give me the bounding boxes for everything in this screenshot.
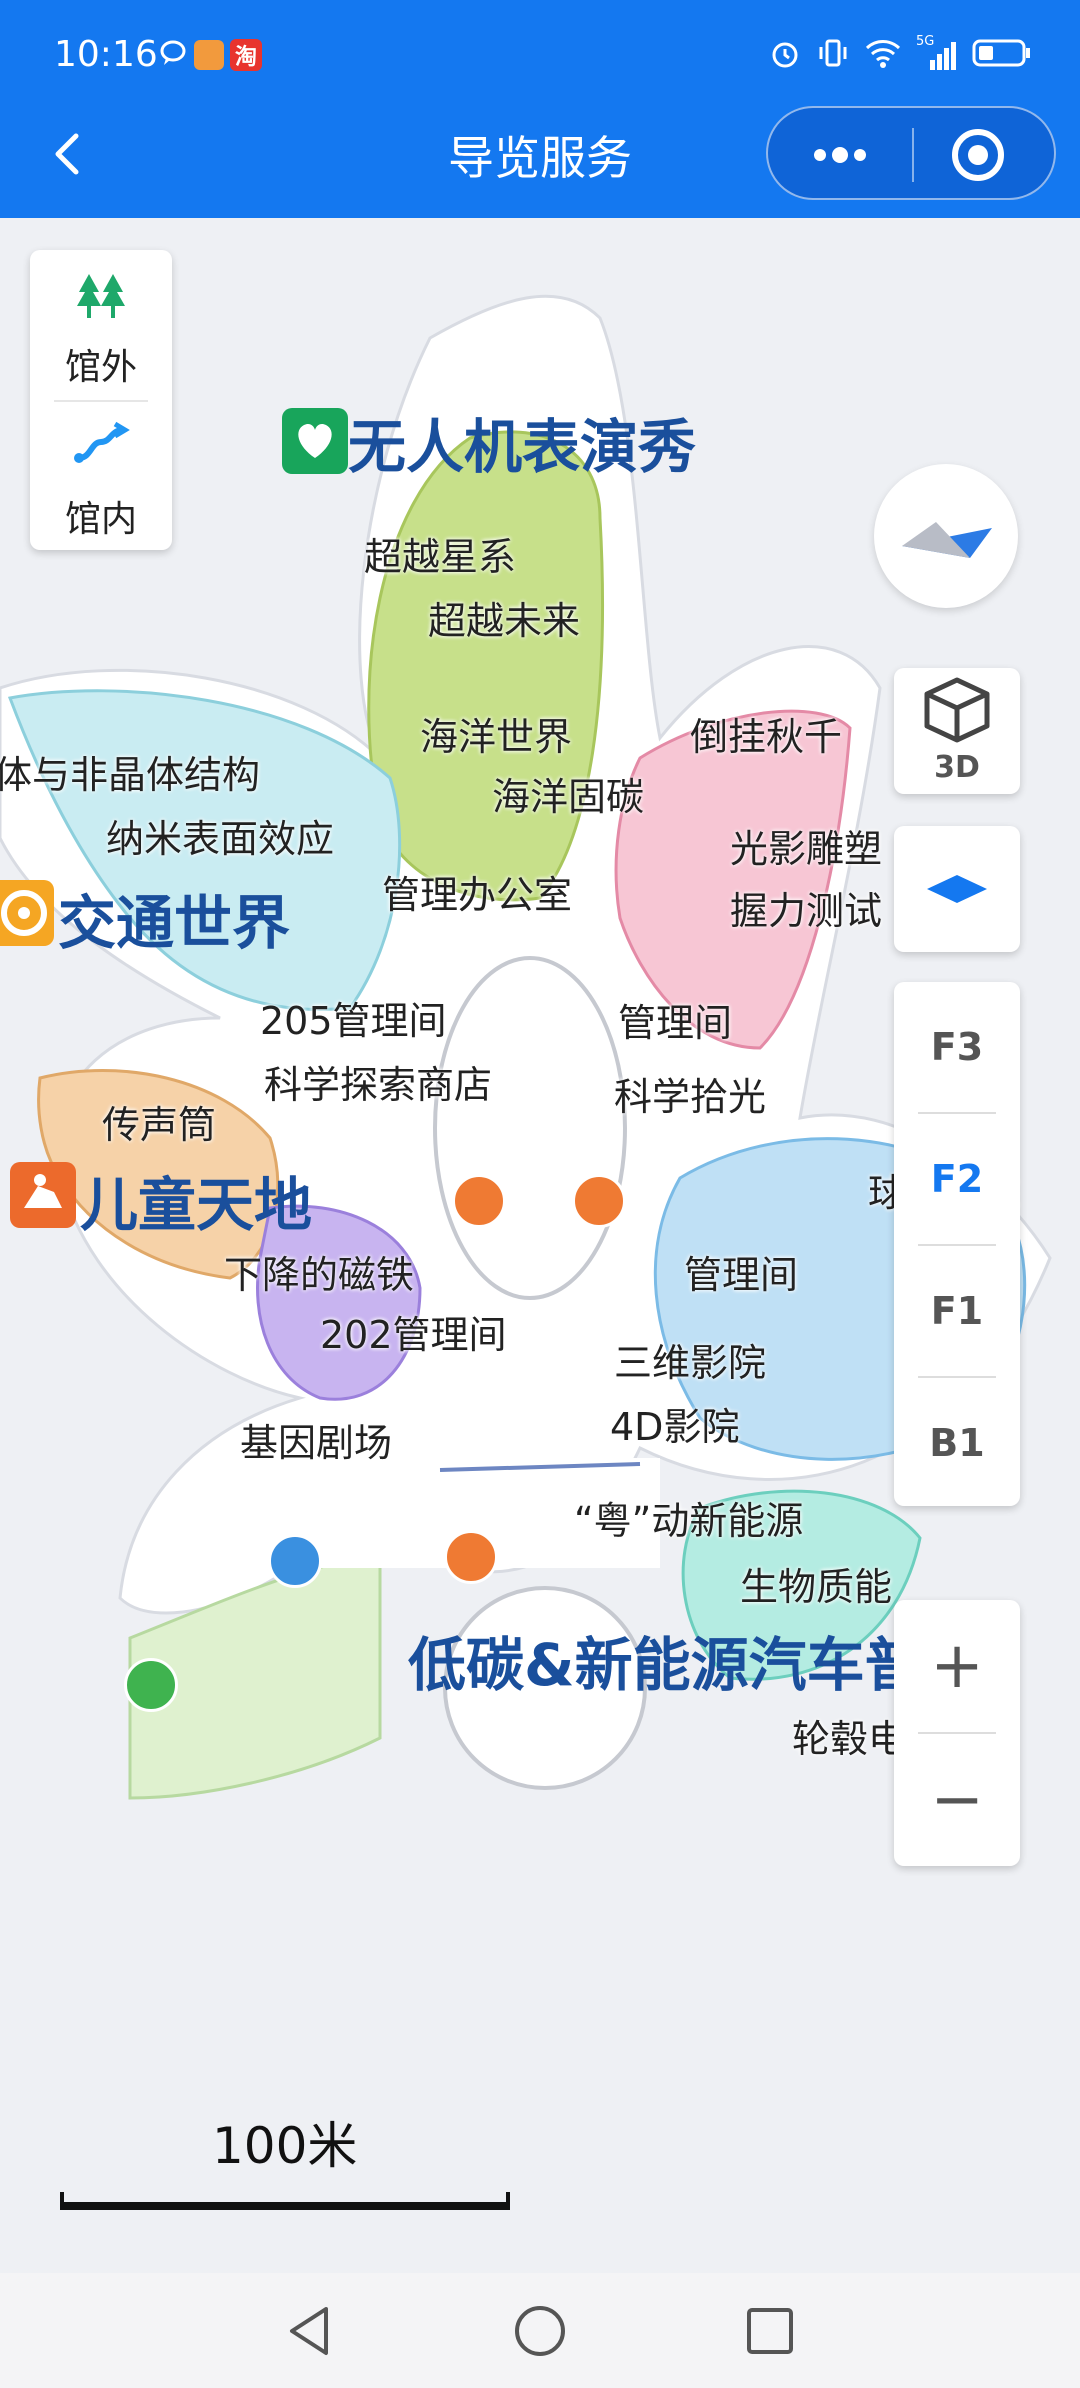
- scale-bar: [60, 2192, 510, 2210]
- status-time: 10:16: [54, 34, 158, 75]
- floor-selector: F3 F2 F1 B1: [894, 982, 1020, 1506]
- map-label[interactable]: 握力测试: [730, 880, 882, 935]
- kids-zone-icon[interactable]: [10, 1162, 76, 1228]
- map-label[interactable]: 海洋固碳: [492, 766, 644, 821]
- map-label[interactable]: 超越星系: [364, 526, 516, 581]
- map-label[interactable]: 科学拾光: [614, 1066, 766, 1121]
- battery-icon: [972, 37, 1032, 73]
- heart-zone-icon[interactable]: [282, 408, 348, 474]
- wheel-zone-icon[interactable]: [0, 880, 54, 946]
- scale-tick-right: [506, 2192, 510, 2210]
- map-label[interactable]: “粤”动新能源: [574, 1490, 803, 1545]
- floor-f3-button[interactable]: F3: [894, 982, 1020, 1112]
- plan-view-button[interactable]: [894, 826, 1020, 952]
- zoom-out-button[interactable]: −: [894, 1734, 1020, 1866]
- floor-f1-button[interactable]: F1: [894, 1246, 1020, 1376]
- outside-label: 馆外: [64, 347, 137, 388]
- map-label[interactable]: 202管理间: [320, 1304, 507, 1359]
- compass-button[interactable]: [874, 464, 1018, 608]
- nav-back-button[interactable]: [282, 2303, 338, 2359]
- map-label[interactable]: 超越未来: [428, 590, 580, 645]
- notification-icons: 淘: [158, 38, 262, 72]
- trees-icon: [77, 274, 125, 318]
- map-label[interactable]: 纳米表面效应: [106, 808, 334, 863]
- walking-exit-icon[interactable]: [124, 1658, 178, 1712]
- outside-map-button[interactable]: 馆外: [30, 250, 172, 400]
- restroom-icon[interactable]: [268, 1534, 322, 1588]
- cube-icon: [924, 677, 990, 743]
- map-label[interactable]: 海洋世界: [420, 706, 572, 761]
- escalator-icon[interactable]: [572, 1174, 626, 1228]
- zone-title-kids[interactable]: 儿童天地: [80, 1158, 312, 1242]
- escalator-icon[interactable]: [452, 1174, 506, 1228]
- inside-map-button[interactable]: 馆内: [30, 402, 172, 550]
- map-label[interactable]: 传声筒: [102, 1094, 216, 1149]
- map-label[interactable]: 科学探索商店: [264, 1054, 492, 1109]
- map-label[interactable]: 倒挂秋千: [690, 706, 842, 761]
- 3d-view-button[interactable]: 3D: [894, 668, 1020, 794]
- map-label[interactable]: 管理间: [618, 992, 732, 1047]
- miniprogram-capsule: [766, 106, 1056, 200]
- map-label[interactable]: 基因剧场: [240, 1412, 392, 1467]
- scale-tick-left: [60, 2192, 64, 2210]
- app-icon: [194, 40, 224, 70]
- inside-label: 馆内: [64, 499, 137, 540]
- escalator-icon[interactable]: [444, 1530, 498, 1584]
- 3d-label: 3D: [934, 750, 980, 785]
- nav-recents-button[interactable]: [742, 2303, 798, 2359]
- wifi-icon: [864, 36, 902, 74]
- map-label[interactable]: 4D影院: [610, 1396, 739, 1451]
- close-miniprogram-button[interactable]: [948, 125, 1008, 185]
- nav-home-button[interactable]: [512, 2303, 568, 2359]
- vibrate-icon: [816, 36, 850, 74]
- more-dots-icon: [814, 147, 866, 163]
- alarm-icon: [768, 36, 802, 74]
- map-label[interactable]: 光影雕塑: [730, 818, 882, 873]
- floor-f2-button[interactable]: F2: [894, 1114, 1020, 1244]
- system-icons: 5G: [768, 34, 1032, 74]
- map-label[interactable]: 下降的磁铁: [224, 1244, 414, 1299]
- triangle-back-icon: [290, 2307, 328, 2355]
- chat-bubble-icon: [158, 38, 188, 72]
- map-canvas[interactable]: 无人机表演秀 交通世界 儿童天地 低碳&新能源汽车普体 超越星系 超越未来 海洋…: [0, 218, 1080, 2273]
- more-button[interactable]: [798, 128, 882, 182]
- indoor-route-icon: [74, 421, 130, 463]
- circle-home-icon: [515, 2306, 565, 2356]
- taobao-icon: 淘: [230, 39, 262, 71]
- map-toggle-panel: 馆外 馆内: [30, 250, 172, 550]
- zoom-in-button[interactable]: +: [894, 1600, 1020, 1732]
- target-icon: [952, 129, 1004, 181]
- header: 10:16 淘 5G 导览服务: [0, 0, 1080, 218]
- system-nav-bar: [0, 2273, 1080, 2388]
- signal-icon: 5G: [916, 34, 958, 72]
- square-recents-icon: [747, 2308, 793, 2354]
- map-label[interactable]: 管理间: [684, 1244, 798, 1299]
- map-label[interactable]: 三维影院: [614, 1332, 766, 1387]
- zone-title-transport[interactable]: 交通世界: [58, 876, 290, 960]
- atrium-center: [433, 956, 627, 1300]
- capsule-divider: [912, 128, 914, 182]
- map-label[interactable]: 管理办公室: [382, 864, 572, 919]
- floor-b1-button[interactable]: B1: [894, 1378, 1020, 1508]
- compass-icon: [902, 522, 992, 558]
- zone-title-drone-show[interactable]: 无人机表演秀: [348, 400, 696, 484]
- map-label[interactable]: 生物质能: [740, 1556, 892, 1611]
- map-label[interactable]: 体与非晶体结构: [0, 744, 260, 799]
- layer-icon: [927, 875, 987, 903]
- map-label[interactable]: 205管理间: [260, 990, 447, 1045]
- scale-label: 100米: [212, 2117, 358, 2175]
- zoom-control: + −: [894, 1600, 1020, 1866]
